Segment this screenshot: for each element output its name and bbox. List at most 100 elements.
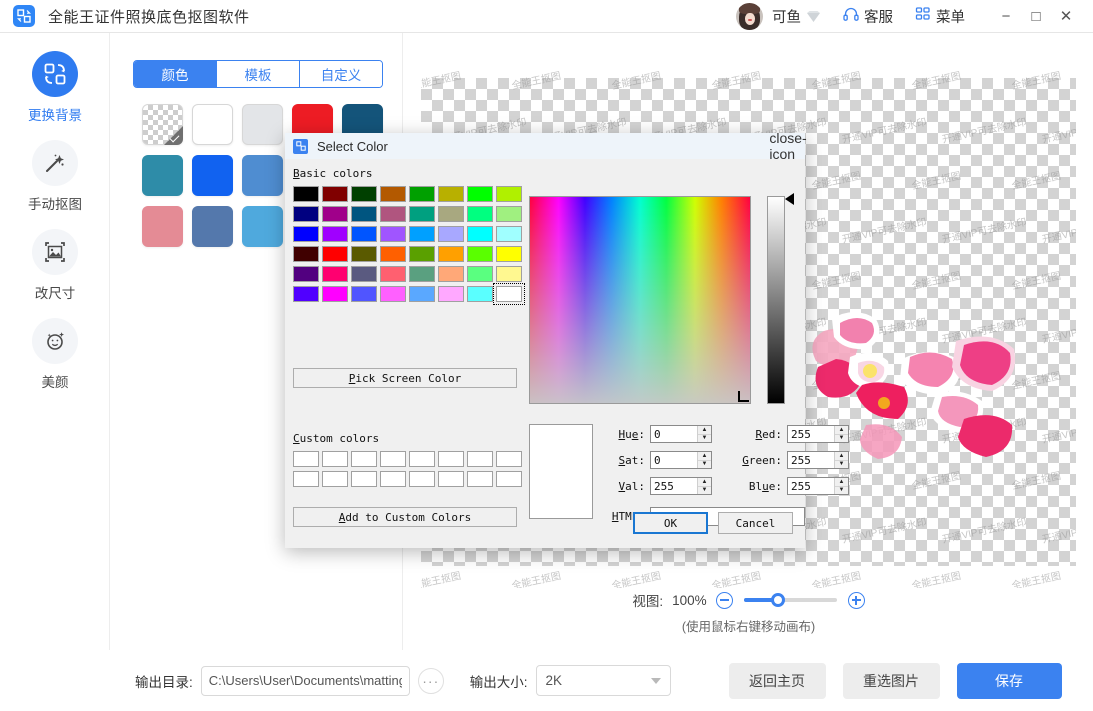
green-arrows[interactable]: ▲ ▼: [834, 452, 848, 468]
custom-color-cell[interactable]: [351, 471, 377, 487]
basic-color-cell[interactable]: [322, 246, 348, 262]
basic-color-cell[interactable]: [467, 246, 493, 262]
red-arrows[interactable]: ▲ ▼: [834, 426, 848, 442]
custom-color-cell[interactable]: [322, 471, 348, 487]
basic-color-cell[interactable]: [409, 286, 435, 302]
green-stepper[interactable]: ▲▼: [787, 451, 849, 469]
custom-color-cell[interactable]: [496, 471, 522, 487]
add-to-custom-colors-button[interactable]: Add to Custom Colors: [293, 507, 517, 527]
swatch-steel-blue[interactable]: [242, 155, 283, 196]
custom-color-cell[interactable]: [438, 451, 464, 467]
basic-color-cell[interactable]: [351, 246, 377, 262]
pick-screen-color-button[interactable]: Pick Screen Color: [293, 368, 517, 388]
hue-down[interactable]: ▼: [698, 435, 711, 443]
saturation-value-picker[interactable]: [529, 196, 751, 404]
swatch-sky-blue[interactable]: [242, 206, 283, 247]
avatar[interactable]: [736, 2, 763, 30]
green-up[interactable]: ▲: [835, 452, 848, 461]
basic-color-cell[interactable]: [351, 186, 377, 202]
basic-color-cell[interactable]: [409, 226, 435, 242]
basic-color-cell[interactable]: [293, 186, 319, 202]
basic-color-cell[interactable]: [380, 266, 406, 282]
save-button[interactable]: 保存: [956, 662, 1062, 699]
cancel-button[interactable]: Cancel: [718, 512, 793, 534]
basic-color-cell[interactable]: [322, 226, 348, 242]
basic-color-cell[interactable]: [293, 266, 319, 282]
red-input[interactable]: [788, 426, 834, 442]
basic-color-cell[interactable]: [438, 206, 464, 222]
zoom-in-icon[interactable]: [847, 591, 865, 609]
basic-color-cell[interactable]: [322, 206, 348, 222]
sidebar-item-resize[interactable]: 改尺寸: [0, 229, 110, 302]
basic-color-cell[interactable]: [493, 283, 525, 305]
basic-color-cell[interactable]: [380, 206, 406, 222]
basic-color-cell[interactable]: [496, 226, 522, 242]
value-slider-marker[interactable]: [785, 193, 794, 205]
green-input[interactable]: [788, 452, 834, 468]
swatch-slate-blue[interactable]: [192, 206, 233, 247]
val-arrows[interactable]: ▲ ▼: [697, 478, 711, 494]
basic-color-cell[interactable]: [380, 246, 406, 262]
custom-color-cell[interactable]: [380, 471, 406, 487]
swatch-white[interactable]: [192, 104, 233, 145]
basic-color-cell[interactable]: [467, 186, 493, 202]
sat-stepper[interactable]: ▲▼: [650, 451, 712, 469]
custom-color-cell[interactable]: [293, 471, 319, 487]
basic-color-cell[interactable]: [351, 226, 377, 242]
back-home-button[interactable]: 返回主页: [728, 662, 826, 699]
custom-color-cell[interactable]: [467, 471, 493, 487]
basic-color-cell[interactable]: [409, 266, 435, 282]
swatch-rose-pink[interactable]: [142, 206, 183, 247]
basic-color-cell[interactable]: [467, 286, 493, 302]
blue-arrows[interactable]: ▲ ▼: [834, 478, 848, 494]
basic-color-cell[interactable]: [380, 226, 406, 242]
minimize-button[interactable]: −: [991, 1, 1021, 31]
blue-stepper[interactable]: ▲▼: [787, 477, 849, 495]
output-size-select[interactable]: 2K: [535, 665, 671, 696]
sat-down[interactable]: ▼: [698, 461, 711, 469]
custom-color-cell[interactable]: [322, 451, 348, 467]
basic-color-cell[interactable]: [409, 246, 435, 262]
basic-color-cell[interactable]: [351, 206, 377, 222]
custom-color-cell[interactable]: [496, 451, 522, 467]
close-icon[interactable]: close-icon: [769, 130, 806, 162]
basic-color-cell[interactable]: [293, 226, 319, 242]
blue-down[interactable]: ▼: [835, 487, 848, 495]
basic-color-cell[interactable]: [380, 186, 406, 202]
hue-arrows[interactable]: ▲ ▼: [697, 426, 711, 442]
tab-custom[interactable]: 自定义: [300, 61, 382, 87]
basic-color-cell[interactable]: [496, 206, 522, 222]
basic-color-cell[interactable]: [322, 186, 348, 202]
val-input[interactable]: [651, 478, 697, 494]
basic-color-cell[interactable]: [293, 206, 319, 222]
swatch-blue[interactable]: [192, 155, 233, 196]
browse-folder-button[interactable]: ···: [417, 667, 444, 694]
red-up[interactable]: ▲: [835, 426, 848, 435]
sat-arrows[interactable]: ▲ ▼: [697, 452, 711, 468]
green-down[interactable]: ▼: [835, 461, 848, 469]
sidebar-item-change-background[interactable]: 更换背景: [0, 51, 110, 124]
basic-color-cell[interactable]: [293, 246, 319, 262]
basic-color-cell[interactable]: [438, 226, 464, 242]
zoom-slider-knob[interactable]: [770, 593, 785, 607]
val-down[interactable]: ▼: [698, 487, 711, 495]
close-button[interactable]: ✕: [1051, 1, 1081, 31]
output-dir-input[interactable]: [200, 665, 410, 696]
hue-stepper[interactable]: ▲▼: [650, 425, 712, 443]
basic-color-cell[interactable]: [438, 266, 464, 282]
swatch-transparent[interactable]: [142, 104, 183, 145]
basic-color-cell[interactable]: [322, 286, 348, 302]
swatch-light-gray[interactable]: [242, 104, 283, 145]
value-slider[interactable]: [767, 196, 785, 404]
basic-color-cell[interactable]: [496, 186, 522, 202]
basic-color-cell[interactable]: [467, 266, 493, 282]
reselect-image-button[interactable]: 重选图片: [842, 662, 940, 699]
hue-up[interactable]: ▲: [698, 426, 711, 435]
sidebar-item-beauty[interactable]: 美颜: [0, 318, 110, 391]
zoom-out-icon[interactable]: [715, 591, 733, 609]
basic-color-cell[interactable]: [438, 286, 464, 302]
basic-color-cell[interactable]: [409, 186, 435, 202]
basic-color-cell[interactable]: [467, 206, 493, 222]
custom-color-cell[interactable]: [467, 451, 493, 467]
basic-color-cell[interactable]: [496, 246, 522, 262]
